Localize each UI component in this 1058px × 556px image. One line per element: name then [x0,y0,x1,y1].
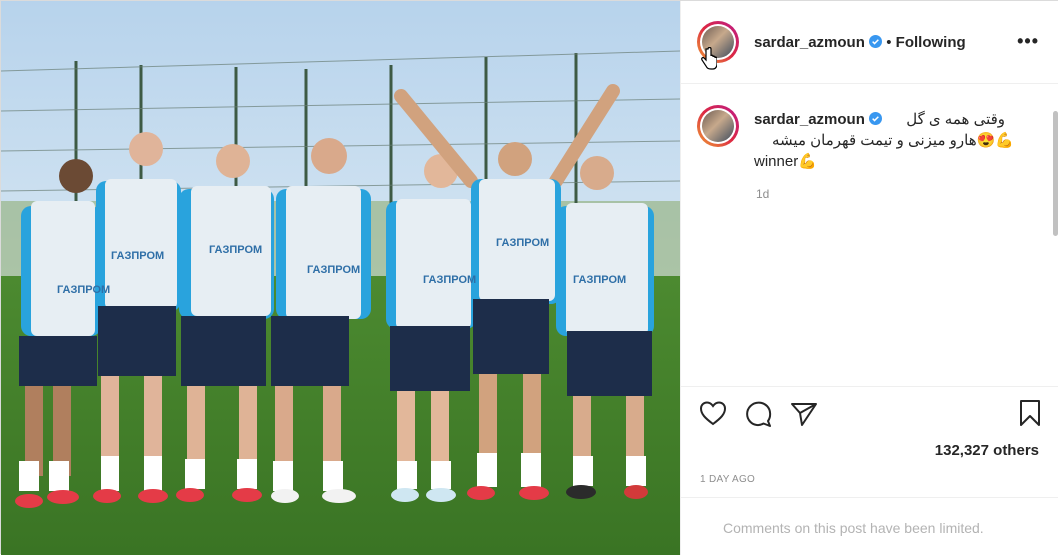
paper-plane-icon[interactable] [790,401,818,427]
post-header: sardar_azmoun • Following ••• [681,1,1058,84]
more-options-icon[interactable]: ••• [1017,31,1039,52]
caption-username[interactable]: sardar_azmoun [754,111,865,128]
instagram-post: ГАЗПРОМ ГАЗПРОМ ГАЗПРОМ ГАЗПРОМ ГАЗПРОМ ГАЗ… [0,0,1058,555]
comments-section: Comments on this post have been limited. [681,497,1058,556]
bookmark-icon[interactable] [1018,399,1042,427]
caption-line-1: وقتی همه ی گل [906,111,1006,128]
hand-cursor-icon [701,47,717,70]
svg-text:ГАЗПРОМ: ГАЗПРОМ [307,264,360,276]
post-photo[interactable]: ГАЗПРОМ ГАЗПРОМ ГАЗПРОМ ГАЗПРОМ ГАЗПРОМ ГАЗ… [1,1,680,555]
caption-timestamp[interactable]: 1d [756,187,769,201]
svg-text:ГАЗПРОМ: ГАЗПРОМ [209,244,262,256]
verified-badge-icon [869,35,883,48]
caption-avatar[interactable] [697,105,739,147]
likes-count[interactable]: 132,327 others [935,442,1039,459]
following-button[interactable]: Following [896,34,966,51]
svg-text:ГАЗПРОМ: ГАЗПРОМ [496,237,549,249]
actions-divider [681,386,1058,387]
post-sidebar: sardar_azmoun • Following ••• sardar_azm… [680,1,1058,555]
comment-icon[interactable] [745,400,773,428]
caption-line-3: winner💪 [754,153,817,170]
svg-text:ГАЗПРОМ: ГАЗПРОМ [57,284,110,296]
caption-line-2: 💪😍هارو میزنی و تیمت قهرمان میشه [772,132,1014,149]
svg-text:ГАЗПРОМ: ГАЗПРОМ [111,250,164,262]
heart-icon[interactable] [699,400,727,426]
post-caption: sardar_azmoun وقتی همه ی گل 💪😍هارو میزنی… [754,109,1014,172]
verified-badge-icon [869,112,883,125]
team-photo-illustration: ГАЗПРОМ ГАЗПРОМ ГАЗПРОМ ГАЗПРОМ ГАЗПРОМ ГАЗ… [1,1,680,555]
header-line: sardar_azmoun • Following [754,34,966,51]
comments-scrollbar[interactable] [1052,86,1058,386]
svg-text:ГАЗПРОМ: ГАЗПРОМ [423,274,476,286]
header-separator: • [886,34,892,51]
post-age[interactable]: 1 DAY AGO [700,474,755,485]
author-username[interactable]: sardar_azmoun [754,34,865,51]
comments-limited-notice: Comments on this post have been limited. [723,520,984,536]
svg-text:ГАЗПРОМ: ГАЗПРОМ [573,274,626,286]
